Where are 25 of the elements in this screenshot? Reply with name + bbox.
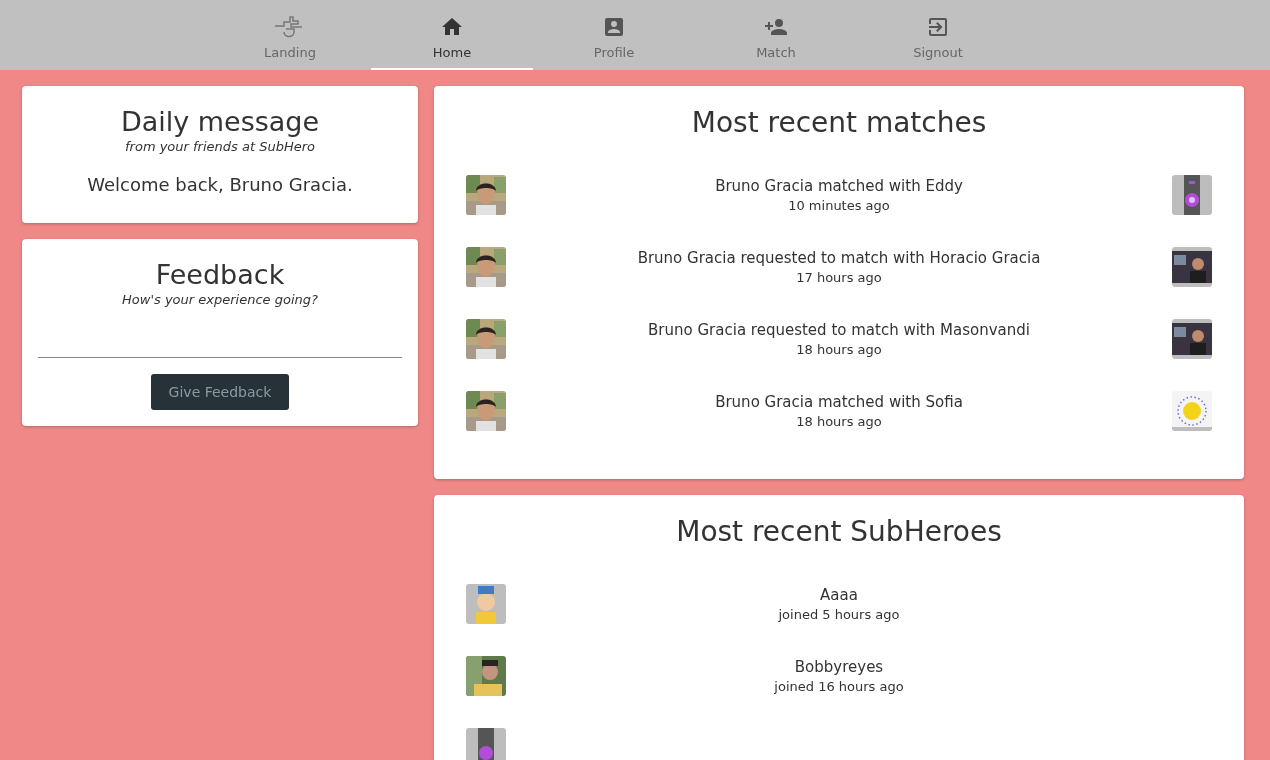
match-text: Bruno Gracia matched with Eddy (715, 177, 963, 195)
match-text: Bruno Gracia requested to match with Horacio Gracia (637, 249, 1041, 267)
match-text: Bruno Gracia requested to match with Masonvandi (648, 321, 1030, 339)
nav-tab[interactable]: Match (695, 0, 857, 70)
user-name: Bobbyreyes (794, 658, 884, 676)
card-subtitle: from your friends at SubHero (124, 139, 316, 154)
match-time: 10 minutes ago (788, 198, 890, 213)
card-title: Daily message (119, 106, 321, 137)
card-title: Most recent matches (690, 106, 988, 139)
card-title: Most recent SubHeroes (675, 515, 1003, 548)
nav-tab[interactable]: Home (371, 0, 533, 70)
card-subtitle: How's your experience going? (121, 292, 319, 307)
match-time: 18 hours ago (796, 414, 882, 429)
welcome-message: Welcome back, Bruno Gracia. (86, 174, 354, 195)
joined-time: joined 5 hours ago (778, 607, 900, 622)
nav-tab[interactable]: Profile (533, 0, 695, 70)
nav-tab[interactable]: Signout (857, 0, 1019, 70)
match-text: Bruno Gracia matched with Sofia (715, 393, 963, 411)
card-title: Feedback (154, 259, 286, 290)
nav-tab[interactable]: Landing (209, 0, 371, 70)
joined-time: joined 16 hours ago (774, 679, 904, 694)
match-time: 18 hours ago (796, 342, 882, 357)
match-time: 17 hours ago (796, 270, 882, 285)
feedback-input[interactable] (38, 355, 402, 358)
user-name: Aaaa (820, 586, 858, 604)
